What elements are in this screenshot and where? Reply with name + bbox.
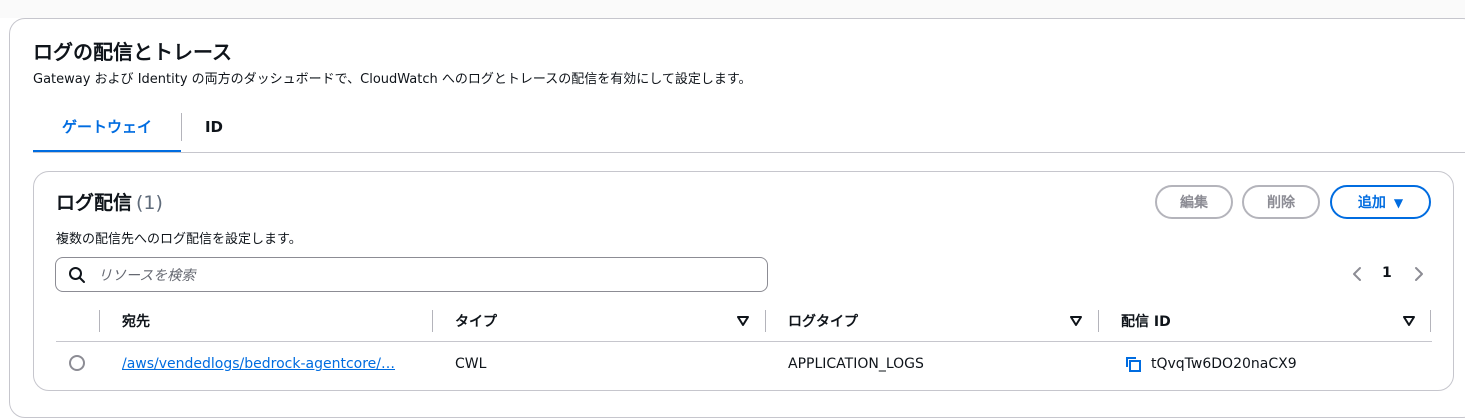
tab-bar: ゲートウェイ ID bbox=[33, 108, 1465, 153]
row-select-radio[interactable] bbox=[69, 355, 85, 371]
page-top-background bbox=[0, 0, 1465, 18]
sort-caret-down-icon[interactable] bbox=[1403, 315, 1415, 327]
table-header-divider bbox=[56, 341, 1432, 342]
sort-caret-down-icon[interactable] bbox=[1070, 315, 1082, 327]
tab-underline bbox=[33, 152, 1465, 153]
chevron-right-icon[interactable] bbox=[1412, 264, 1426, 284]
type-cell: CWL bbox=[455, 356, 487, 372]
search-input[interactable] bbox=[96, 262, 750, 289]
add-button[interactable]: 追加 ▼ bbox=[1330, 185, 1431, 219]
panel-description: 複数の配信先へのログ配信を設定します。 bbox=[56, 232, 302, 247]
tab-gateway[interactable]: ゲートウェイ bbox=[33, 108, 181, 153]
panel-title-text: ログ配信 bbox=[56, 192, 133, 214]
add-button-label: 追加 bbox=[1357, 195, 1386, 211]
column-header-delivery-id[interactable]: 配信 ID bbox=[1121, 311, 1171, 331]
log-type-cell: APPLICATION_LOGS bbox=[788, 356, 924, 372]
edit-button[interactable]: 編集 bbox=[1155, 185, 1233, 219]
section-title: ログの配信とトレース bbox=[33, 40, 232, 64]
tab-divider bbox=[181, 113, 182, 141]
column-separator bbox=[765, 310, 766, 332]
sort-caret-down-icon[interactable] bbox=[737, 315, 749, 327]
column-header-log-type[interactable]: ログタイプ bbox=[788, 311, 858, 331]
section-description: Gateway および Identity の両方のダッシュボードで、CloudW… bbox=[33, 72, 752, 87]
chevron-left-icon[interactable] bbox=[1350, 264, 1364, 284]
tab-identity[interactable]: ID bbox=[197, 108, 231, 150]
column-separator bbox=[1098, 310, 1099, 332]
delivery-id-cell: tQvqTw6DO20naCX9 bbox=[1151, 356, 1297, 372]
copy-icon[interactable] bbox=[1124, 355, 1142, 373]
page-number[interactable]: 1 bbox=[1382, 265, 1392, 281]
destination-link[interactable]: /aws/vendedlogs/bedrock-agentcore/… bbox=[122, 356, 407, 372]
column-header-type[interactable]: タイプ bbox=[455, 311, 497, 331]
search-icon bbox=[69, 267, 85, 283]
column-separator bbox=[432, 310, 433, 332]
panel-count: (1) bbox=[136, 192, 163, 214]
column-separator bbox=[99, 310, 100, 332]
search-box[interactable] bbox=[55, 257, 768, 292]
delete-button[interactable]: 削除 bbox=[1242, 185, 1320, 219]
caret-down-icon: ▼ bbox=[1393, 196, 1404, 210]
column-header-destination[interactable]: 宛先 bbox=[122, 311, 150, 331]
column-separator bbox=[1430, 310, 1431, 332]
panel-title: ログ配信 (1) bbox=[56, 188, 163, 215]
